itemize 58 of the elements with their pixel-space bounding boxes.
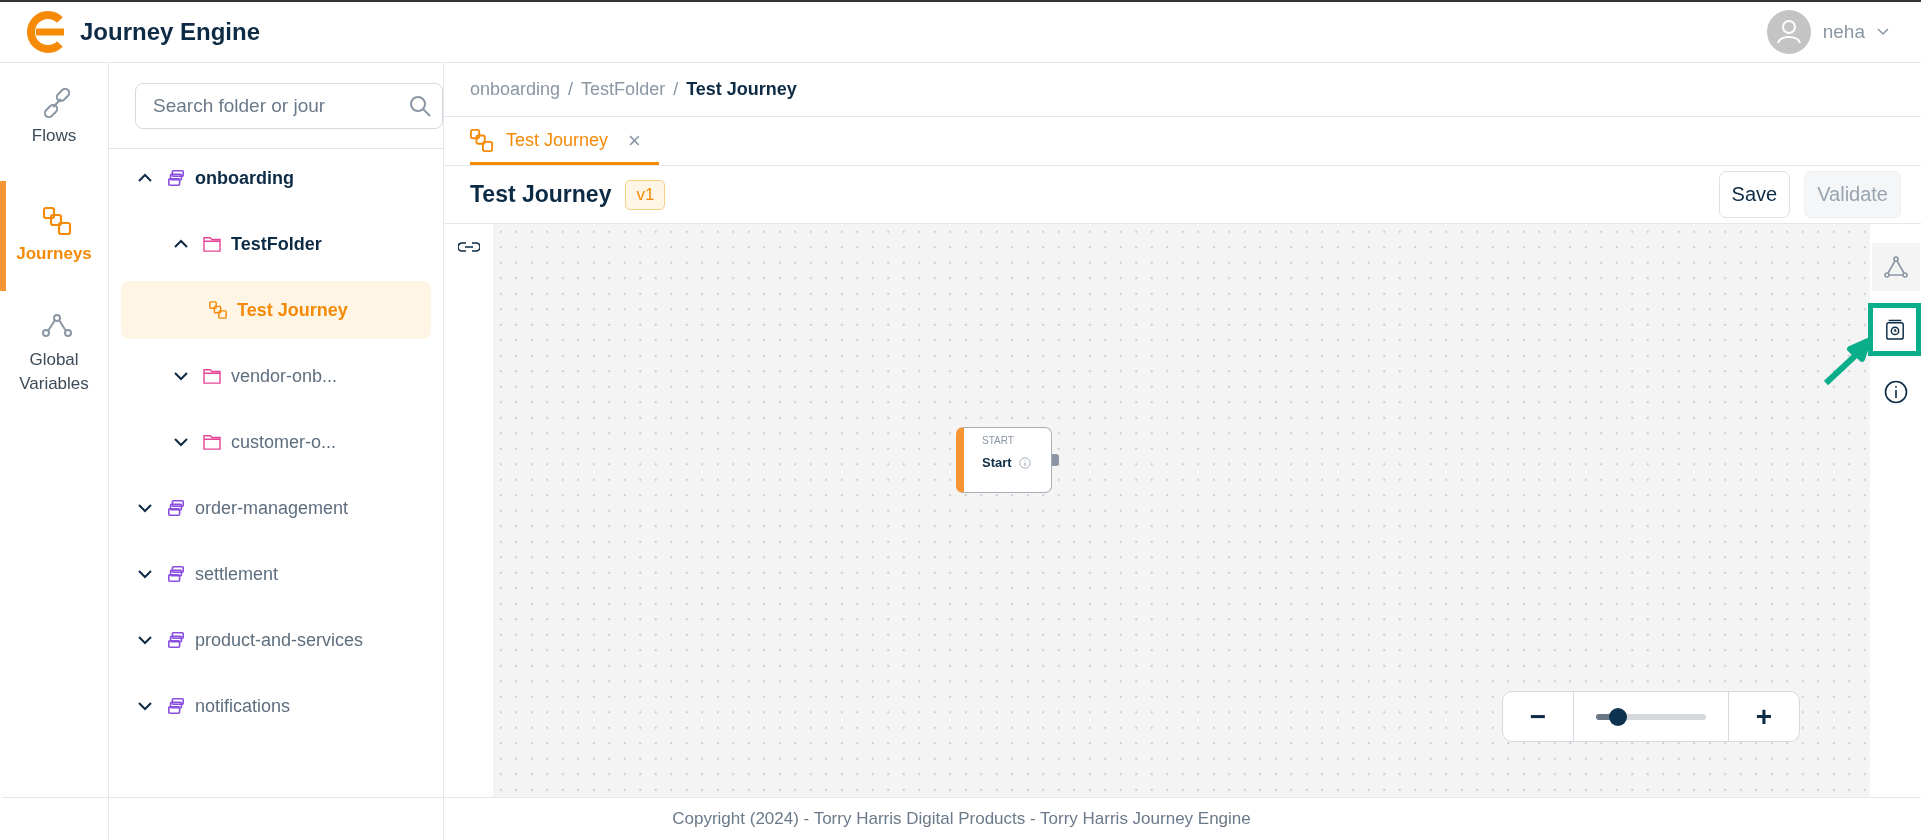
save-button[interactable]: Save xyxy=(1718,171,1791,218)
info-icon xyxy=(1018,456,1031,469)
app-title: Journey Engine xyxy=(80,18,261,46)
tree-item[interactable]: notifications xyxy=(121,677,431,735)
breadcrumb-separator: / xyxy=(673,79,679,100)
stack-icon xyxy=(167,499,185,517)
nav-item[interactable]: Global Variables xyxy=(0,299,108,409)
tree-item[interactable]: product-and-services xyxy=(121,611,431,669)
folder-icon xyxy=(203,434,221,450)
slider-thumb[interactable] xyxy=(1609,707,1627,726)
user-menu[interactable]: neha xyxy=(1766,10,1897,54)
folder-icon xyxy=(203,236,221,252)
search-field[interactable]: Search folder or jour xyxy=(135,82,443,129)
copyright-text: Copyright (2024) - Torry Harris Digital Products - Torry Harris Journey Engine xyxy=(2,797,1921,839)
chevron-icon[interactable] xyxy=(173,239,189,249)
chevron-icon[interactable] xyxy=(137,173,153,183)
nav-item[interactable]: Flows xyxy=(0,63,108,173)
info-icon xyxy=(1883,380,1908,404)
stack-icon xyxy=(167,565,185,583)
breadcrumb-separator: / xyxy=(568,79,574,100)
journey-icon xyxy=(209,301,227,319)
caret-icon xyxy=(1877,28,1889,36)
triangle-nodes-icon xyxy=(1883,256,1908,278)
chevron-icon[interactable] xyxy=(137,569,153,579)
search-icon xyxy=(409,94,431,117)
journey-icon xyxy=(42,206,72,236)
breadcrumb-item[interactable]: onboarding xyxy=(470,79,561,100)
panel-button[interactable] xyxy=(1868,303,1921,356)
tab[interactable]: Test Journey × xyxy=(470,119,659,165)
folder-icon xyxy=(203,368,221,384)
link-icon xyxy=(42,88,72,118)
start-node[interactable]: START Start xyxy=(956,427,1052,493)
chevron-icon[interactable] xyxy=(173,437,189,447)
close-button[interactable]: × xyxy=(628,129,641,152)
version-badge: v1 xyxy=(625,179,666,210)
journey-icon xyxy=(470,128,494,153)
tree-item[interactable]: order-management xyxy=(121,479,431,537)
zoom-in-button[interactable]: + xyxy=(1729,692,1799,741)
breadcrumb-item[interactable]: TestFolder xyxy=(581,79,666,100)
history-icon xyxy=(1884,318,1905,341)
journey-title: Test Journey xyxy=(470,181,612,208)
chevron-icon[interactable] xyxy=(137,701,153,711)
breadcrumb-item: Test Journey xyxy=(686,79,797,100)
chevron-icon[interactable] xyxy=(173,371,189,381)
avatar-icon xyxy=(1766,10,1811,54)
stack-icon xyxy=(167,169,185,187)
zoom-out-button[interactable]: − xyxy=(1503,692,1573,741)
tree-item[interactable]: settlement xyxy=(121,545,431,603)
chevron-icon[interactable] xyxy=(137,503,153,513)
node-port[interactable] xyxy=(1052,454,1059,466)
stack-icon xyxy=(167,631,185,649)
link-icon[interactable] xyxy=(457,242,480,252)
tree-item[interactable]: TestFolder xyxy=(121,215,431,273)
tree-item[interactable]: onboarding xyxy=(121,149,431,207)
chevron-icon[interactable] xyxy=(137,635,153,645)
stack-icon xyxy=(167,697,185,715)
tree-item[interactable]: vendor-onb... xyxy=(121,347,431,405)
tree-item[interactable]: customer-o... xyxy=(121,413,431,471)
